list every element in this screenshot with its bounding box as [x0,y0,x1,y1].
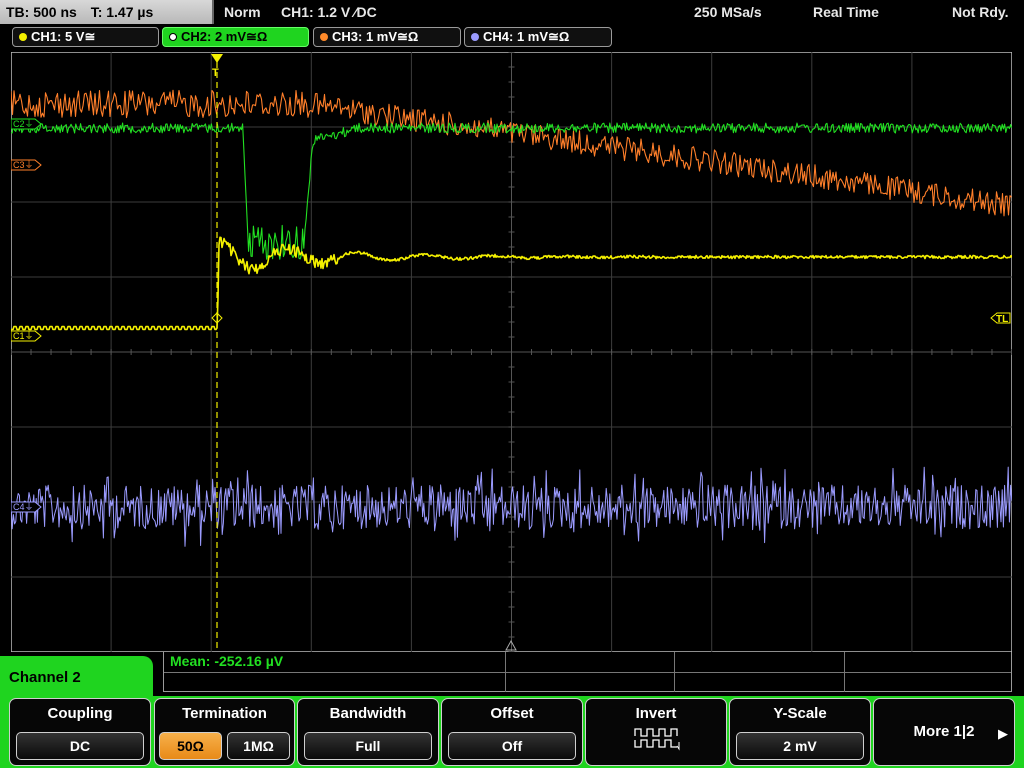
c4-marker-label: C4⏚ [13,502,34,512]
mean-measurement[interactable]: Mean: -252.16 µV [170,653,283,669]
tab-ch3[interactable]: CH3: 1 mV≅Ω [313,27,461,47]
c2-marker-label: C2⏚ [13,119,34,129]
c3-marker-label: C3⏚ [13,160,34,170]
acquisition-status: Not Rdy. [952,4,1009,20]
ch2-tab-label: CH2: 2 mV≅Ω [181,29,268,44]
offset-value[interactable]: Off [448,732,576,760]
yscale-softkey[interactable]: Y-Scale 2 mV [729,698,871,766]
c1-ground-marker[interactable]: C1⏚ [11,330,42,342]
channel-tabs: CH1: 5 V≅ CH2: 2 mV≅Ω CH3: 1 mV≅Ω CH4: 1… [0,26,1024,48]
ch3-tab-label: CH3: 1 mV≅Ω [332,29,419,44]
timebase-box[interactable]: TB: 500 ns T: 1.47 µs [0,0,214,24]
ch1-dot-icon [19,33,27,41]
trigger-level-label: TL [996,314,1008,325]
right-arrow-icon: ▶ [998,726,1008,741]
c1-marker-label: C1⏚ [13,331,34,341]
bandwidth-softkey[interactable]: Bandwidth Full [297,698,439,766]
invert-softkey[interactable]: Invert [585,698,727,766]
timebase-value: TB: 500 ns [6,4,77,20]
invert-label: Invert [635,705,677,722]
trigger-time-value: T: 1.47 µs [90,4,154,20]
yscale-label: Y-Scale [773,705,827,722]
channel-menu-title: Channel 2 [0,656,153,700]
c4-ground-marker[interactable]: C4⏚ [11,501,42,513]
tab-ch4[interactable]: CH4: 1 mV≅Ω [464,27,612,47]
invert-waveform-icon [634,728,680,751]
bandwidth-label: Bandwidth [329,705,407,722]
bandwidth-value[interactable]: Full [304,732,432,760]
coupling-softkey[interactable]: Coupling DC [9,698,151,766]
status-bar: TB: 500 ns T: 1.47 µs Norm CH1: 1.2 V ∕D… [0,0,1024,24]
ch1-tab-label: CH1: 5 V≅ [31,29,96,44]
c2-ground-marker[interactable]: C2⏚ [11,118,42,130]
sample-rate: 250 MSa/s [694,4,762,20]
trigger-source[interactable]: CH1: 1.2 V ∕DC [281,0,377,24]
termination-50ohm-option[interactable]: 50Ω [159,732,222,760]
termination-1mohm-option[interactable]: 1MΩ [227,732,290,760]
measurement-panel: Mean: -252.16 µV [163,652,1012,692]
ch4-tab-label: CH4: 1 mV≅Ω [483,29,570,44]
ch2-dot-icon [169,33,177,41]
trigger-mode[interactable]: Norm [224,0,261,24]
more-label: More 1|2 [913,723,975,740]
coupling-value[interactable]: DC [16,732,144,760]
tab-ch1[interactable]: CH1: 5 V≅ [12,27,159,47]
ch4-dot-icon [471,33,479,41]
tab-ch2[interactable]: CH2: 2 mV≅Ω [162,27,309,47]
acquisition-mode: Real Time [813,4,879,20]
offset-label: Offset [490,705,534,722]
more-softkey[interactable]: More 1|2 ▶ [873,698,1015,766]
termination-label: Termination [182,705,267,722]
softkey-bar: Coupling DC Termination 50Ω 1MΩ Bandwidt… [0,696,1024,768]
coupling-label: Coupling [47,705,113,722]
waveform-canvas[interactable]: T C2⏚ C3⏚ C1⏚ C4⏚ TL [11,52,1012,652]
yscale-value[interactable]: 2 mV [736,732,864,760]
waveform-display[interactable]: T C2⏚ C3⏚ C1⏚ C4⏚ TL [11,52,1012,652]
trigger-position-label: T [212,67,219,79]
termination-softkey[interactable]: Termination 50Ω 1MΩ [154,698,295,766]
c3-ground-marker[interactable]: C3⏚ [11,159,42,171]
offset-softkey[interactable]: Offset Off [441,698,583,766]
ch3-dot-icon [320,33,328,41]
